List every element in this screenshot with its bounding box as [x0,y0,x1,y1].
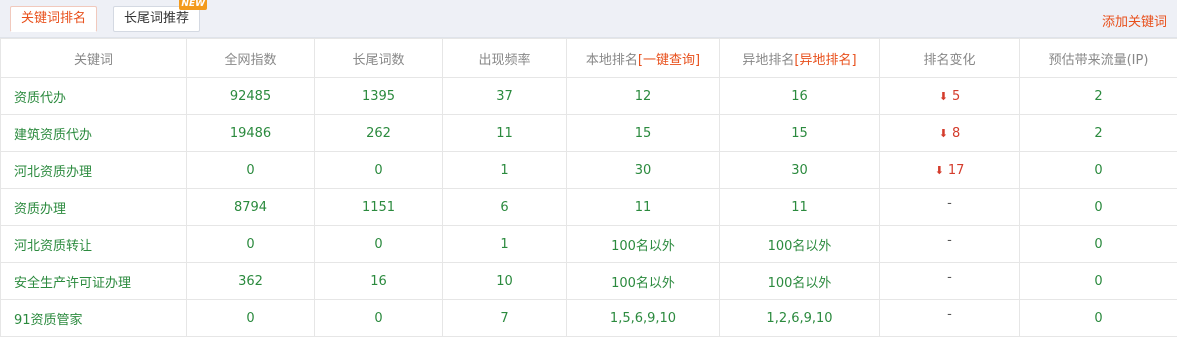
local-rank-label: 本地排名 [585,52,638,68]
traffic-cell: 0 [1019,262,1177,300]
remote-rank-cell: 11 [719,188,880,226]
col-keyword: 关键词 [0,38,187,78]
frequency-cell: 37 [442,77,567,115]
rank-change-cell: - [879,262,1020,300]
col-index: 全网指数 [186,38,315,78]
rank-change-cell: ⬇ 8 [879,114,1020,152]
frequency-cell: 10 [442,262,567,300]
remote-rank-cell: 16 [719,77,880,115]
remote-rank-cell: 1,2,6,9,10 [719,299,880,337]
arrow-down-icon: ⬇ [938,89,948,103]
remote-rank-cell: 30 [719,151,880,189]
local-rank-cell: 30 [566,151,720,189]
longtail-cell: 262 [314,114,443,152]
longtail-cell: 1151 [314,188,443,226]
index-cell: 19486 [186,114,315,152]
traffic-cell: 0 [1019,151,1177,189]
local-rank-cell: 100名以外 [566,225,720,263]
local-rank-cell: 12 [566,77,720,115]
col-traffic: 预估带来流量(IP) [1019,38,1177,78]
col-remote-rank: 异地排名[异地排名] [719,38,880,78]
rank-change-value: - [947,195,952,211]
keyword-cell: 安全生产许可证办理 [0,262,187,300]
rank-change-cell: ⬇ 5 [879,77,1020,115]
rank-change-value: 17 [947,162,965,178]
longtail-cell: 1395 [314,77,443,115]
tab-bar: 关键词排名 长尾词推荐 NEW 添加关键词 [0,0,1177,38]
frequency-cell: 11 [442,114,567,152]
new-badge: NEW [179,0,208,10]
tab-longtail-label: 长尾词推荐 [124,11,190,26]
col-local-rank: 本地排名[一键查询] [566,38,720,78]
rank-change-cell: - [879,299,1020,337]
table-row: 河北资质办理 0 0 1 30 30 ⬇ 17 0 [0,151,1177,189]
frequency-cell: 1 [442,225,567,263]
rank-change-cell: ⬇ 17 [879,151,1020,189]
local-rank-cell: 100名以外 [566,262,720,300]
keyword-cell: 建筑资质代办 [0,114,187,152]
remote-rank-cell: 15 [719,114,880,152]
table-row: 资质代办 92485 1395 37 12 16 ⬇ 5 2 [0,77,1177,115]
rank-change-cell: - [879,225,1020,263]
rank-change-cell: - [879,188,1020,226]
index-cell: 0 [186,299,315,337]
frequency-cell: 7 [442,299,567,337]
arrow-down-icon: ⬇ [934,163,944,177]
rank-change-value: 8 [951,125,961,141]
tab-keyword-ranking[interactable]: 关键词排名 [10,6,98,32]
remote-rank-label: 异地排名 [742,52,795,68]
index-cell: 0 [186,151,315,189]
longtail-cell: 0 [314,225,443,263]
table-row: 河北资质转让 0 0 1 100名以外 100名以外 -0 [0,225,1177,263]
col-longtail: 长尾词数 [314,38,443,78]
index-cell: 8794 [186,188,315,226]
rank-change-value: - [947,306,952,322]
col-rank-change: 排名变化 [879,38,1020,78]
traffic-cell: 0 [1019,188,1177,226]
traffic-cell: 0 [1019,299,1177,337]
keyword-cell: 河北资质转让 [0,225,187,263]
one-click-query-link[interactable]: [一键查询] [638,53,700,68]
longtail-cell: 0 [314,299,443,337]
keyword-cell: 资质办理 [0,188,187,226]
table-row: 资质办理 8794 1151 6 11 11-0 [0,188,1177,226]
local-rank-cell: 1,5,6,9,10 [566,299,720,337]
remote-rank-cell: 100名以外 [719,225,880,263]
arrow-down-icon: ⬇ [938,126,948,140]
rank-change-value: - [947,269,952,285]
keyword-table: 关键词 全网指数 长尾词数 出现频率 本地排名[一键查询] 异地排名[异地排名]… [0,38,1177,337]
keyword-cell: 91资质管家 [0,299,187,337]
index-cell: 92485 [186,77,315,115]
table-row: 91资质管家 0 0 7 1,5,6,9,10 1,2,6,9,10-0 [0,299,1177,337]
traffic-cell: 2 [1019,77,1177,115]
col-frequency: 出现频率 [442,38,567,78]
remote-rank-cell: 100名以外 [719,262,880,300]
table-row: 建筑资质代办 19486 262 11 15 15 ⬇ 8 2 [0,114,1177,152]
add-keyword-link[interactable]: 添加关键词 [1102,11,1167,30]
local-rank-cell: 15 [566,114,720,152]
traffic-cell: 0 [1019,225,1177,263]
keyword-cell: 河北资质办理 [0,151,187,189]
rank-change-value: 5 [951,88,961,104]
remote-rank-link[interactable]: [异地排名] [794,53,856,68]
table-row: 安全生产许可证办理 362 16 10 100名以外 100名以外 -0 [0,262,1177,300]
longtail-cell: 0 [314,151,443,189]
traffic-cell: 2 [1019,114,1177,152]
frequency-cell: 1 [442,151,567,189]
frequency-cell: 6 [442,188,567,226]
rank-change-value: - [947,232,952,248]
index-cell: 0 [186,225,315,263]
longtail-cell: 16 [314,262,443,300]
keyword-cell: 资质代办 [0,77,187,115]
local-rank-cell: 11 [566,188,720,226]
tab-longtail-recommend[interactable]: 长尾词推荐 NEW [113,0,208,32]
table-header-row: 关键词 全网指数 长尾词数 出现频率 本地排名[一键查询] 异地排名[异地排名]… [0,38,1177,78]
index-cell: 362 [186,262,315,300]
